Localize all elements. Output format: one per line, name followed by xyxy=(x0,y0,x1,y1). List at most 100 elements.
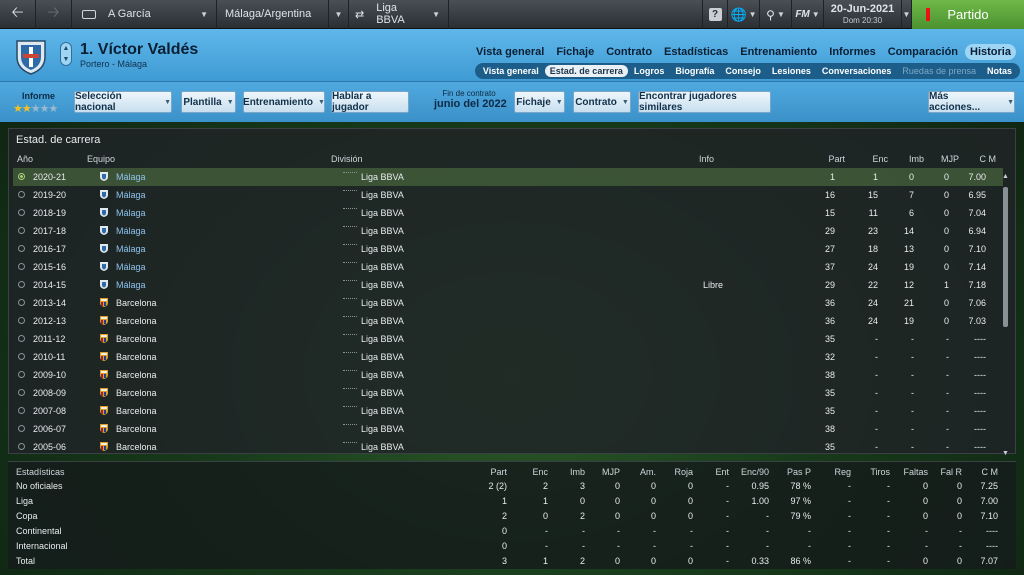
season-col-header[interactable]: Pas P xyxy=(787,467,811,477)
subtab-biografia[interactable]: Biografía xyxy=(670,65,719,77)
table-row[interactable]: 2010-11 Barcelona Liga BBVA 32- - - ---- xyxy=(13,348,1003,366)
col-info[interactable]: Info xyxy=(699,154,714,164)
row-team[interactable]: Málaga xyxy=(116,262,146,272)
col-year[interactable]: Año xyxy=(17,154,33,164)
row-radio-icon[interactable] xyxy=(18,281,25,288)
table-row[interactable]: 2009-10 Barcelona Liga BBVA 38- - - ---- xyxy=(13,366,1003,384)
row-radio-icon[interactable] xyxy=(18,371,25,378)
season-col-header[interactable]: Enc/90 xyxy=(741,467,769,477)
row-radio-icon[interactable] xyxy=(18,209,25,216)
season-col-header[interactable]: Am. xyxy=(640,467,656,477)
row-radio-icon[interactable] xyxy=(18,245,25,252)
similar-players-button[interactable]: Encontrar jugadores similares xyxy=(638,91,771,113)
tab-contrato[interactable]: Contrato xyxy=(601,44,657,60)
table-row[interactable]: 2015-16 Málaga Liga BBVA 37 24 19 0 7.14 xyxy=(13,258,1003,276)
seleccion-nacional-button[interactable]: Selección nacional ▼ xyxy=(74,91,172,113)
col-team[interactable]: Equipo xyxy=(87,154,115,164)
row-radio-icon[interactable] xyxy=(18,353,25,360)
row-team[interactable]: Málaga xyxy=(116,244,146,254)
more-actions-button[interactable]: Más acciones... ▼ xyxy=(928,91,1015,113)
season-col-header[interactable]: Ent xyxy=(715,467,729,477)
subtab-estad-carrera[interactable]: Estad. de carrera xyxy=(544,65,628,77)
col-pom[interactable]: MJP xyxy=(941,154,959,164)
table-row[interactable]: 2018-19 Málaga Liga BBVA 15 11 6 0 7.04 xyxy=(13,204,1003,222)
club-nation-menu[interactable]: Málaga/Argentina xyxy=(217,0,329,29)
tab-entrenamiento[interactable]: Entrenamiento xyxy=(735,44,822,60)
forward-arrow-icon[interactable]: 🡢 xyxy=(36,0,72,29)
fm-menu-button[interactable]: FM ▼ xyxy=(792,0,824,29)
table-row[interactable]: 2006-07 Barcelona Liga BBVA 38- - - ---- xyxy=(13,420,1003,438)
subtab-vista-general[interactable]: Vista general xyxy=(478,65,544,77)
tab-informes[interactable]: Informes xyxy=(824,44,880,60)
row-radio-icon[interactable] xyxy=(18,263,25,270)
col-gc[interactable]: Enc xyxy=(872,154,888,164)
col-apps[interactable]: Part xyxy=(828,154,845,164)
contrato-button[interactable]: Contrato ▼ xyxy=(573,91,631,113)
season-col-header[interactable]: MJP xyxy=(602,467,620,477)
col-cs[interactable]: Imb xyxy=(909,154,924,164)
tab-vista-general[interactable]: Vista general xyxy=(471,44,549,60)
help-button[interactable]: ? xyxy=(702,0,728,29)
tab-historia[interactable]: Historia xyxy=(965,44,1016,60)
hablar-jugador-button[interactable]: Hablar a jugador xyxy=(331,91,409,113)
row-team[interactable]: Málaga xyxy=(116,226,146,236)
table-row[interactable]: 2011-12 Barcelona Liga BBVA 35- - - ---- xyxy=(13,330,1003,348)
tab-fichaje[interactable]: Fichaje xyxy=(551,44,599,60)
row-radio-icon[interactable] xyxy=(18,443,25,450)
fichaje-button[interactable]: Fichaje ▼ xyxy=(514,91,565,113)
season-col-header[interactable]: Roja xyxy=(674,467,693,477)
table-row[interactable]: 2007-08 Barcelona Liga BBVA 35- - - ---- xyxy=(13,402,1003,420)
table-row[interactable]: 2014-15 Málaga Liga BBVA Libre 29 22 12 1 7.18 xyxy=(13,276,1003,294)
scroll-down-icon[interactable]: ▼ xyxy=(1002,450,1009,457)
row-team[interactable]: Málaga xyxy=(116,208,146,218)
season-col-header[interactable]: Faltas xyxy=(903,467,928,477)
scrollbar[interactable]: ▲ ▼ xyxy=(1002,173,1009,457)
subtab-logros[interactable]: Logros xyxy=(629,65,670,77)
player-navigator[interactable]: ▲ ▼ xyxy=(60,42,72,66)
season-col-header[interactable]: Fal R xyxy=(940,467,962,477)
table-row[interactable]: 2012-13 Barcelona Liga BBVA 36 24 19 0 7.03 xyxy=(13,312,1003,330)
row-team[interactable]: Málaga xyxy=(116,190,146,200)
back-arrow-icon[interactable]: 🡠 xyxy=(0,0,36,29)
row-team[interactable]: Málaga xyxy=(116,280,146,290)
row-radio-icon[interactable] xyxy=(18,389,25,396)
subtab-consejo[interactable]: Consejo xyxy=(720,65,766,77)
competition-menu[interactable]: ⇄ Liga BBVA ▼ xyxy=(349,0,449,29)
season-col-header[interactable]: Tiros xyxy=(870,467,890,477)
scroll-up-icon[interactable]: ▲ xyxy=(1002,173,1009,180)
table-row[interactable]: 2017-18 Málaga Liga BBVA 29 23 14 0 6.94 xyxy=(13,222,1003,240)
table-row[interactable]: 2019-20 Málaga Liga BBVA 16 15 7 0 6.95 xyxy=(13,186,1003,204)
row-radio-icon[interactable] xyxy=(18,191,25,198)
row-radio-icon[interactable] xyxy=(18,227,25,234)
date-dropdown[interactable]: ▼ xyxy=(902,0,912,29)
club-nation-dropdown[interactable]: ▼ xyxy=(329,0,349,29)
row-radio-icon[interactable] xyxy=(18,335,25,342)
row-radio-icon[interactable] xyxy=(18,299,25,306)
row-team[interactable]: Málaga xyxy=(116,172,146,182)
season-col-header[interactable]: C M xyxy=(982,467,999,477)
tab-comparacion[interactable]: Comparación xyxy=(883,44,963,60)
subtab-lesiones[interactable]: Lesiones xyxy=(767,65,816,77)
table-row[interactable]: 2016-17 Málaga Liga BBVA 27 18 13 0 7.10 xyxy=(13,240,1003,258)
table-row[interactable]: 2008-09 Barcelona Liga BBVA 35- - - ---- xyxy=(13,384,1003,402)
row-radio-icon[interactable] xyxy=(18,173,25,180)
search-button[interactable]: ⚲ ▼ xyxy=(760,0,792,29)
plantilla-button[interactable]: Plantilla ▼ xyxy=(181,91,236,113)
season-col-header[interactable]: Reg xyxy=(834,467,851,477)
table-row[interactable]: 2013-14 Barcelona Liga BBVA 36 24 21 0 7.06 xyxy=(13,294,1003,312)
world-button[interactable]: 🌐 ▼ xyxy=(728,0,760,29)
season-col-header[interactable]: Imb xyxy=(570,467,585,477)
tab-estadisticas[interactable]: Estadísticas xyxy=(659,44,733,60)
subtab-notas[interactable]: Notas xyxy=(982,65,1017,77)
game-date[interactable]: 20-Jun-2021 Dom 20:30 xyxy=(824,0,902,29)
entrenamiento-button[interactable]: Entrenamiento ▼ xyxy=(243,91,325,113)
subtab-conversaciones[interactable]: Conversaciones xyxy=(817,65,897,77)
col-division[interactable]: División xyxy=(331,154,363,164)
row-radio-icon[interactable] xyxy=(18,425,25,432)
continue-match-button[interactable]: Partido xyxy=(912,0,1024,29)
table-row[interactable]: 2005-06 Barcelona Liga BBVA 35- - - ---- xyxy=(13,438,1003,454)
season-col-header[interactable]: Enc xyxy=(532,467,548,477)
table-row[interactable]: 2020-21 Málaga Liga BBVA 1 1 0 0 7.00 xyxy=(13,168,1003,186)
row-radio-icon[interactable] xyxy=(18,407,25,414)
scrollbar-thumb[interactable] xyxy=(1003,187,1008,327)
